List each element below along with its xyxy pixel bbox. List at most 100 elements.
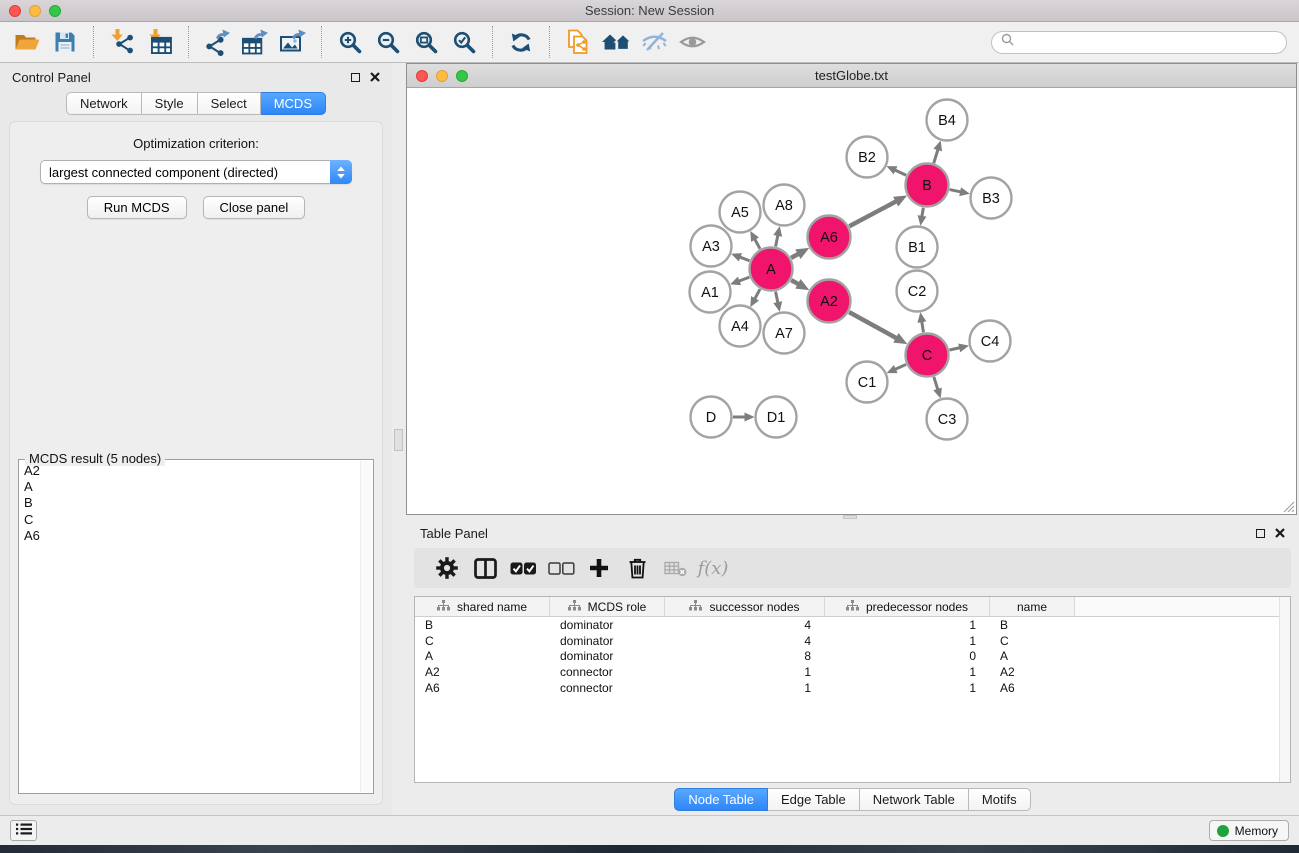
edge-B-B3[interactable] [950, 190, 962, 192]
table-cell[interactable]: 1 [825, 681, 990, 695]
table-cell[interactable]: A [990, 649, 1075, 663]
table-cell[interactable]: 1 [665, 681, 825, 695]
search-box[interactable] [991, 31, 1287, 54]
tab-network[interactable]: Network [66, 92, 142, 115]
table-row[interactable]: Adominator80A [415, 648, 1290, 664]
save-icon[interactable] [46, 25, 84, 59]
table-cell[interactable]: 8 [665, 649, 825, 663]
table-scrollbar[interactable] [1279, 597, 1290, 782]
edge-C-C4[interactable] [949, 348, 960, 350]
column-header-shared-name[interactable]: shared name [415, 597, 550, 616]
delete-row-icon[interactable] [618, 551, 656, 585]
result-scrollbar[interactable] [360, 461, 372, 792]
network-canvas[interactable]: B4B2BB3A5A8A6B1A3AA1C2A2A4A7C4CC1DD1C3 [407, 88, 1296, 514]
table-cell[interactable]: 1 [825, 618, 990, 632]
search-input[interactable] [1020, 32, 1286, 53]
tab-edge-table[interactable]: Edge Table [768, 788, 860, 811]
tab-select[interactable]: Select [198, 92, 261, 115]
table-cell[interactable]: dominator [550, 634, 665, 648]
edge-A-A8[interactable] [776, 235, 778, 247]
table-row[interactable]: Bdominator41B [415, 617, 1290, 633]
edge-B-B4[interactable] [934, 149, 938, 163]
edge-B-B2[interactable] [895, 170, 907, 175]
open-folder-icon[interactable] [8, 25, 46, 59]
tab-motifs[interactable]: Motifs [969, 788, 1031, 811]
split-handle[interactable] [843, 515, 857, 519]
home-icon[interactable] [597, 25, 635, 59]
edge-A-A4[interactable] [755, 289, 760, 299]
table-cell[interactable]: C [415, 634, 550, 648]
table-cell[interactable]: 4 [665, 618, 825, 632]
optimization-criterion-dropdown[interactable]: largest connected component (directed) [40, 160, 352, 184]
show-columns-icon[interactable] [466, 551, 504, 585]
zoom-out-icon[interactable] [369, 25, 407, 59]
table-cell[interactable]: A6 [990, 681, 1075, 695]
table-row[interactable]: Cdominator41C [415, 633, 1290, 649]
edge-A-A1[interactable] [739, 277, 750, 281]
eye-icon[interactable] [673, 25, 711, 59]
table-cell[interactable]: A2 [990, 665, 1075, 679]
close-panel-icon[interactable] [370, 70, 380, 85]
zoom-selected-icon[interactable] [445, 25, 483, 59]
table-cell[interactable]: A2 [415, 665, 550, 679]
resize-grip-icon[interactable] [1282, 500, 1295, 513]
zoom-in-icon[interactable] [331, 25, 369, 59]
export-image-icon[interactable] [274, 25, 312, 59]
table-cell[interactable]: A6 [415, 681, 550, 695]
table-cell[interactable]: C [990, 634, 1075, 648]
edge-C-C3[interactable] [934, 377, 938, 390]
edge-C-C2[interactable] [922, 321, 924, 332]
edge-B-B1[interactable] [922, 208, 923, 217]
table-cell[interactable]: dominator [550, 618, 665, 632]
select-all-checks-icon[interactable] [504, 551, 542, 585]
add-row-icon[interactable] [580, 551, 618, 585]
refresh-icon[interactable] [502, 25, 540, 59]
edge-C-C1[interactable] [895, 364, 906, 369]
show-panels-button[interactable] [10, 820, 37, 841]
export-network-icon[interactable] [198, 25, 236, 59]
network-documents-icon[interactable] [559, 25, 597, 59]
tab-node-table[interactable]: Node Table [674, 788, 768, 811]
float-panel-icon[interactable] [351, 73, 360, 82]
table-cell[interactable]: 1 [665, 665, 825, 679]
tab-network-table[interactable]: Network Table [860, 788, 969, 811]
edge-A-A7[interactable] [776, 292, 778, 304]
zoom-fit-icon[interactable] [407, 25, 445, 59]
table-cell[interactable]: A [415, 649, 550, 663]
edge-A-A6[interactable] [791, 254, 799, 258]
table-cell[interactable]: 4 [665, 634, 825, 648]
table-row[interactable]: A6connector11A6 [415, 680, 1290, 696]
close-panel-button[interactable]: Close panel [203, 196, 306, 219]
table-cell[interactable]: 0 [825, 649, 990, 663]
mcds-result-item[interactable]: C [24, 512, 373, 528]
settings-gear-icon[interactable] [428, 551, 466, 585]
table-cell[interactable]: connector [550, 665, 665, 679]
import-table-icon[interactable] [141, 25, 179, 59]
tab-mcds[interactable]: MCDS [261, 92, 326, 115]
memory-button[interactable]: Memory [1209, 820, 1289, 841]
column-header-mcds-role[interactable]: MCDS role [550, 597, 665, 616]
mcds-result-item[interactable]: B [24, 495, 373, 511]
edge-A-A5[interactable] [755, 239, 760, 249]
column-header-name[interactable]: name [990, 597, 1075, 616]
deselect-all-checks-icon[interactable] [542, 551, 580, 585]
table-row[interactable]: A2connector11A2 [415, 664, 1290, 680]
tab-style[interactable]: Style [142, 92, 198, 115]
column-header-successor-nodes[interactable]: successor nodes [665, 597, 825, 616]
table-cell[interactable]: connector [550, 681, 665, 695]
table-cell[interactable]: B [990, 618, 1075, 632]
mcds-result-item[interactable]: A [24, 479, 373, 495]
table-cell[interactable]: dominator [550, 649, 665, 663]
table-cell[interactable]: B [415, 618, 550, 632]
table-cell[interactable]: 1 [825, 665, 990, 679]
mcds-result-item[interactable]: A6 [24, 528, 373, 544]
edge-A-A3[interactable] [739, 257, 749, 261]
column-header-predecessor-nodes[interactable]: predecessor nodes [825, 597, 990, 616]
table-cell[interactable]: 1 [825, 634, 990, 648]
eye-hidden-icon[interactable] [635, 25, 673, 59]
edge-A-A2[interactable] [791, 280, 799, 284]
float-panel-icon[interactable] [1256, 529, 1265, 538]
split-handle[interactable] [394, 429, 403, 451]
export-table-icon[interactable] [236, 25, 274, 59]
vertical-split-divider[interactable] [392, 63, 406, 815]
